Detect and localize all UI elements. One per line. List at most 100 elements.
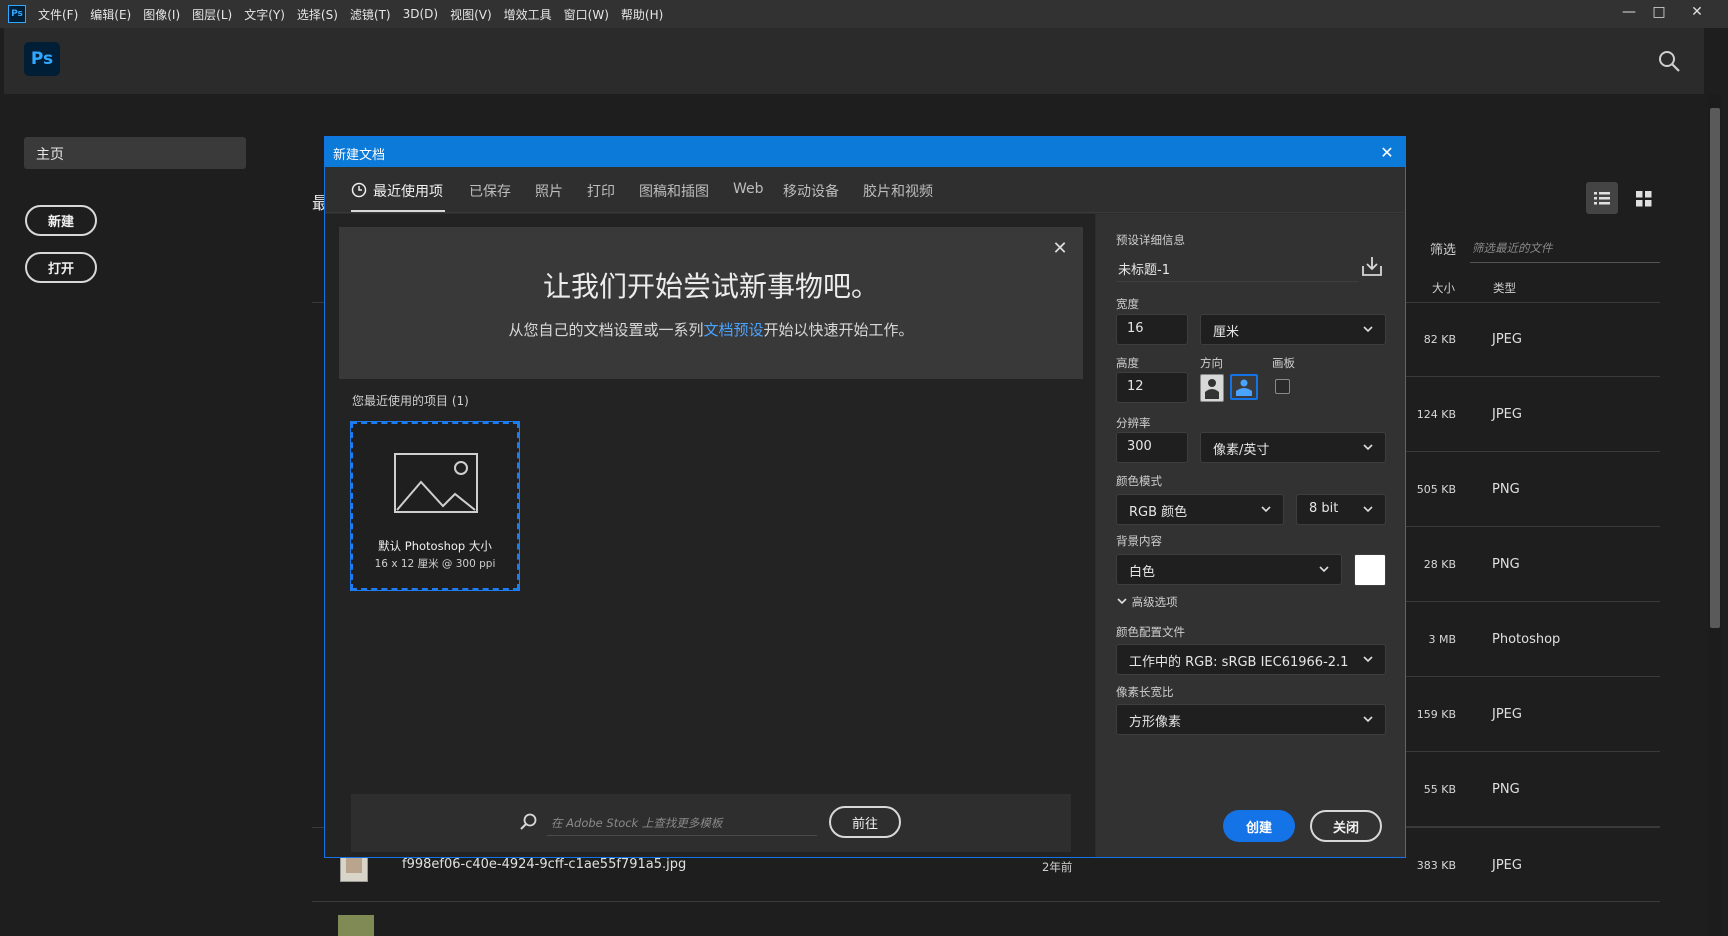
preset-details-pane: 预设详细信息 未标题-1 宽度 16 厘米 高度 方向 画板 12 分辨率 30…: [1096, 214, 1405, 857]
color-mode-select[interactable]: RGB 颜色: [1116, 494, 1284, 525]
portrait-orientation-button[interactable]: [1200, 374, 1224, 402]
chevron-down-icon: [1117, 598, 1127, 605]
tab-photo[interactable]: 照片: [535, 181, 563, 201]
chevron-down-icon: [1363, 444, 1373, 451]
table-row[interactable]: 124 KB JPEG: [1406, 377, 1660, 452]
preset-card-default[interactable]: 默认 Photoshop 大小 16 x 12 厘米 @ 300 ppi: [350, 421, 520, 591]
photoshop-app-icon: Ps: [8, 5, 26, 23]
width-input[interactable]: 16: [1116, 314, 1188, 345]
preset-name: 默认 Photoshop 大小: [378, 539, 492, 553]
background-color-swatch[interactable]: [1354, 554, 1386, 586]
column-header-size[interactable]: 大小: [1432, 280, 1455, 296]
menu-view[interactable]: 视图(V): [450, 6, 492, 23]
chevron-down-icon: [1363, 656, 1373, 663]
filter-input[interactable]: 筛选最近的文件: [1470, 233, 1660, 263]
width-unit-select[interactable]: 厘米: [1200, 314, 1386, 345]
new-document-dialog: 新建文档 ✕ 最近使用项 已保存 照片 打印 图稿和插图 Web 移动设备 胶片…: [324, 136, 1406, 858]
tab-print[interactable]: 打印: [587, 181, 615, 201]
filter-label: 筛选: [1430, 243, 1457, 258]
chevron-down-icon: [1363, 326, 1373, 333]
chevron-down-icon: [1363, 716, 1373, 723]
document-presets-link[interactable]: 文档预设: [703, 321, 763, 339]
tab-recent[interactable]: 最近使用项: [373, 181, 443, 201]
color-profile-select[interactable]: 工作中的 RGB: sRGB IEC61966-2.1: [1116, 644, 1386, 675]
table-row[interactable]: 159 KB JPEG: [1406, 677, 1660, 752]
menu-help[interactable]: 帮助(H): [621, 6, 663, 23]
list-view-button[interactable]: [1586, 182, 1618, 214]
clock-icon: [351, 182, 367, 198]
tab-web[interactable]: Web: [733, 181, 764, 197]
minimize-button[interactable]: —: [1614, 0, 1644, 24]
advanced-options-toggle[interactable]: 高级选项: [1116, 594, 1178, 610]
file-thumbnail: [338, 915, 374, 936]
table-row[interactable]: 3 MB Photoshop: [1406, 602, 1660, 677]
window-close-button[interactable]: ✕: [1682, 0, 1712, 24]
go-button[interactable]: 前往: [829, 806, 901, 838]
menu-layer[interactable]: 图层(L): [192, 6, 232, 23]
color-mode-value: RGB 颜色: [1129, 505, 1188, 520]
sidebar-item-home[interactable]: 主页: [24, 137, 246, 169]
person-icon: [1236, 379, 1252, 396]
file-type: JPEG: [1492, 858, 1522, 873]
menu-edit[interactable]: 编辑(E): [90, 6, 131, 23]
tab-film-video[interactable]: 胶片和视频: [863, 181, 933, 201]
resolution-unit-value: 像素/英寸: [1213, 443, 1270, 458]
resolution-unit-select[interactable]: 像素/英寸: [1200, 432, 1386, 463]
person-icon: [1205, 379, 1219, 399]
artboard-checkbox[interactable]: [1275, 379, 1290, 394]
stock-search-bar: 在 Adobe Stock 上查找更多模板 前往: [351, 794, 1071, 852]
height-input[interactable]: 12: [1116, 372, 1188, 403]
banner-close-icon[interactable]: ✕: [1049, 237, 1071, 259]
menu-select[interactable]: 选择(S): [297, 6, 338, 23]
table-row[interactable]: 28 KB PNG: [1406, 527, 1660, 602]
chevron-down-icon: [1319, 566, 1329, 573]
banner-subtitle-start: 从您自己的文档设置或一系列: [508, 321, 704, 339]
menu-3d[interactable]: 3D(D): [403, 7, 438, 21]
resolution-input[interactable]: 300: [1116, 432, 1188, 463]
menu-image[interactable]: 图像(I): [143, 6, 180, 23]
bit-depth-select[interactable]: 8 bit: [1296, 494, 1386, 525]
file-type: JPEG: [1492, 332, 1522, 347]
tab-saved[interactable]: 已保存: [469, 181, 511, 201]
open-button[interactable]: 打开: [25, 252, 97, 283]
color-profile-label: 颜色配置文件: [1116, 625, 1185, 639]
photoshop-logo: Ps: [24, 42, 60, 76]
presets-pane: 让我们开始尝试新事物吧。 从您自己的文档设置或一系列文档预设开始以快速开始工作。…: [325, 214, 1095, 857]
maximize-button[interactable]: □: [1644, 0, 1674, 24]
menu-file[interactable]: 文件(F): [38, 6, 78, 23]
orientation-label: 方向: [1200, 356, 1223, 370]
save-preset-icon[interactable]: [1360, 254, 1384, 278]
column-header-type[interactable]: 类型: [1493, 280, 1516, 296]
scrollbar[interactable]: [1708, 94, 1722, 936]
table-row[interactable]: 55 KB PNG: [1406, 752, 1660, 827]
document-name-input[interactable]: 未标题-1: [1116, 252, 1358, 282]
tab-mobile[interactable]: 移动设备: [783, 181, 839, 201]
file-type: PNG: [1492, 482, 1520, 497]
color-profile-value: 工作中的 RGB: sRGB IEC61966-2.1: [1129, 655, 1349, 670]
menu-type[interactable]: 文字(Y): [244, 6, 285, 23]
background-label: 背景内容: [1116, 534, 1162, 548]
close-button[interactable]: 关闭: [1310, 810, 1382, 842]
menu-window[interactable]: 窗口(W): [564, 6, 609, 23]
preset-dimensions: 16 x 12 厘米 @ 300 ppi: [374, 558, 496, 570]
tab-art-illustration[interactable]: 图稿和插图: [639, 181, 709, 201]
menu-filter[interactable]: 滤镜(T): [350, 6, 391, 23]
dialog-title: 新建文档: [325, 137, 1405, 167]
recent-items-label: 您最近使用的项目 (1): [352, 394, 469, 408]
pixel-aspect-label: 像素长宽比: [1116, 685, 1174, 699]
table-row[interactable]: 82 KB JPEG: [1406, 302, 1660, 377]
table-row[interactable]: 505 KB PNG: [1406, 452, 1660, 527]
file-modified: 2年前: [1042, 860, 1073, 874]
new-button[interactable]: 新建: [25, 205, 97, 236]
menu-plugins[interactable]: 增效工具: [504, 6, 552, 23]
active-tab-indicator: [351, 210, 445, 212]
dialog-close-icon[interactable]: ✕: [1377, 142, 1397, 162]
search-icon[interactable]: [1656, 48, 1682, 74]
stock-search-input[interactable]: 在 Adobe Stock 上查找更多模板: [547, 808, 817, 836]
background-select[interactable]: 白色: [1116, 554, 1342, 585]
pixel-aspect-select[interactable]: 方形像素: [1116, 704, 1386, 735]
scrollbar-thumb[interactable]: [1710, 108, 1720, 628]
landscape-orientation-button[interactable]: [1230, 374, 1258, 400]
grid-view-button[interactable]: [1628, 182, 1660, 214]
create-button[interactable]: 创建: [1223, 810, 1295, 842]
